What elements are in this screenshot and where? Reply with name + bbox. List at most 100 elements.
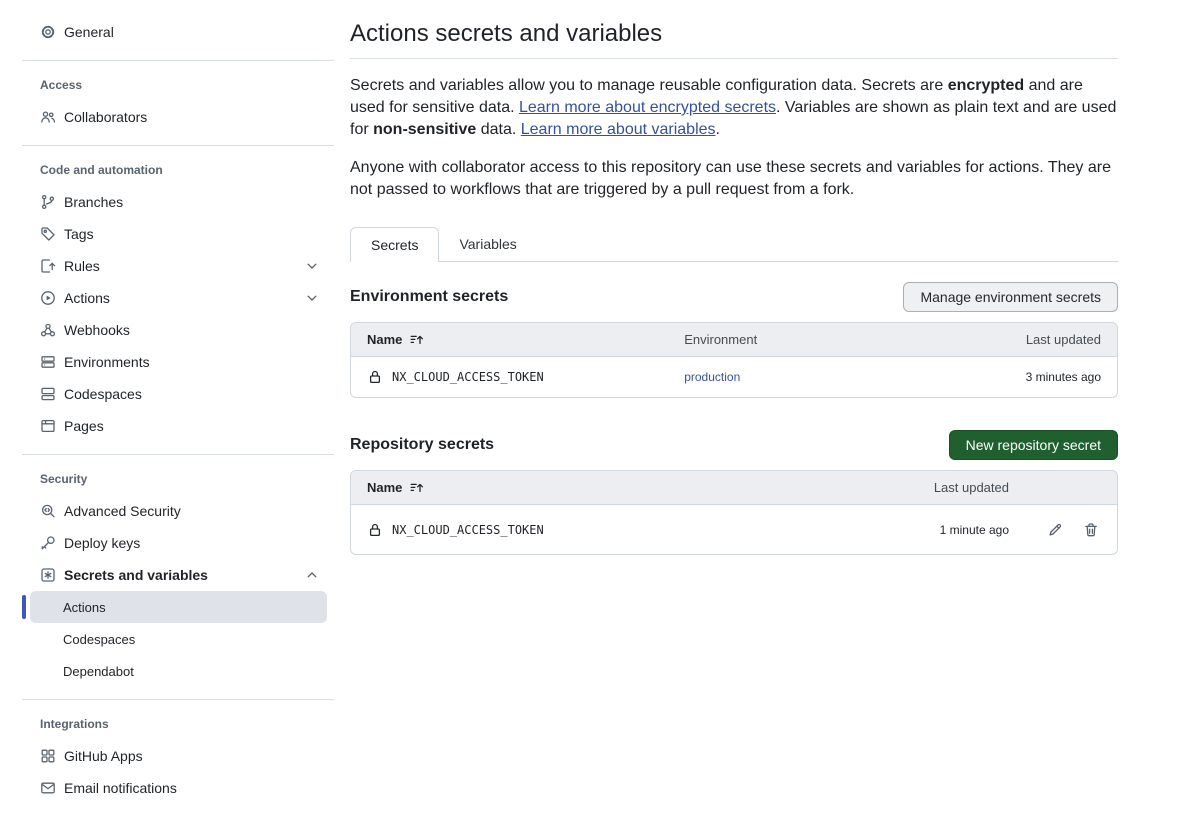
sidebar-subitem-label: Dependabot xyxy=(63,664,134,679)
column-header-name: Name xyxy=(351,480,849,496)
sidebar-subitem-label: Actions xyxy=(63,600,106,615)
sidebar-item-label: GitHub Apps xyxy=(64,748,143,764)
sidebar-item-label: Webhooks xyxy=(64,322,130,338)
sidebar-item-label: Actions xyxy=(64,290,110,306)
sort-ascending-icon xyxy=(409,480,425,496)
column-header-label: Name xyxy=(367,332,402,347)
new-repository-secret-button[interactable]: New repository secret xyxy=(949,430,1118,460)
column-header-last-updated: Last updated xyxy=(849,480,1009,495)
webhook-icon xyxy=(40,322,56,338)
intro-paragraph-2: Anyone with collaborator access to this … xyxy=(350,157,1118,201)
sidebar-item-tags[interactable]: Tags xyxy=(22,218,334,250)
tab-secrets[interactable]: Secrets xyxy=(350,227,439,262)
sidebar-section-integrations: Integrations xyxy=(22,712,334,736)
sidebar-item-label: Deploy keys xyxy=(64,535,140,551)
sidebar-item-email-notifications[interactable]: Email notifications xyxy=(22,772,334,804)
sidebar-item-general[interactable]: General xyxy=(22,16,334,48)
gear-icon xyxy=(40,24,56,40)
sidebar-section-access: Access xyxy=(22,73,334,97)
sidebar-item-label: Environments xyxy=(64,354,150,370)
sidebar-item-label: Tags xyxy=(64,226,94,242)
browser-icon xyxy=(40,418,56,434)
sidebar-item-label: Branches xyxy=(64,194,123,210)
sidebar-subitem-codespaces[interactable]: Codespaces xyxy=(30,623,327,655)
environment-secrets-heading: Environment secrets xyxy=(350,288,508,306)
sidebar-item-label: Secrets and variables xyxy=(64,567,208,583)
intro-paragraph-1: Secrets and variables allow you to manag… xyxy=(350,75,1118,141)
sort-ascending-icon xyxy=(409,332,425,348)
intro-text: data. xyxy=(476,121,520,138)
sidebar-subitem-dependabot[interactable]: Dependabot xyxy=(30,655,327,687)
server-icon xyxy=(40,354,56,370)
sidebar-item-label: Pages xyxy=(64,418,104,434)
sidebar-item-label: Email notifications xyxy=(64,780,177,796)
column-header-last-updated: Last updated xyxy=(947,332,1117,347)
codescan-icon xyxy=(40,503,56,519)
sidebar-item-secrets-and-variables[interactable]: Secrets and variables xyxy=(22,559,334,591)
sidebar-item-branches[interactable]: Branches xyxy=(22,186,334,218)
last-updated-cell: 3 minutes ago xyxy=(947,370,1117,384)
secrets-variables-tablist: Secrets Variables xyxy=(350,227,1118,262)
sidebar-item-environments[interactable]: Environments xyxy=(22,346,334,378)
people-icon xyxy=(40,109,56,125)
sidebar-item-github-apps[interactable]: GitHub Apps xyxy=(22,740,334,772)
sidebar-item-advanced-security[interactable]: Advanced Security xyxy=(22,495,334,527)
repository-secrets-heading: Repository secrets xyxy=(350,436,494,454)
pencil-icon xyxy=(1047,522,1063,538)
settings-sidebar: General Access Collaborators Code and au… xyxy=(0,0,334,837)
sidebar-item-label: General xyxy=(64,24,114,40)
sidebar-item-codespaces[interactable]: Codespaces xyxy=(22,378,334,410)
secret-name: NX_CLOUD_ACCESS_TOKEN xyxy=(392,370,544,384)
tab-variables[interactable]: Variables xyxy=(439,227,536,261)
mail-icon xyxy=(40,780,56,796)
sidebar-item-collaborators[interactable]: Collaborators xyxy=(22,101,334,133)
column-header-environment: Environment xyxy=(684,332,947,347)
sidebar-item-label: Collaborators xyxy=(64,109,147,125)
tag-icon xyxy=(40,226,56,242)
sidebar-divider xyxy=(22,699,334,700)
environment-link[interactable]: production xyxy=(684,370,740,384)
sidebar-section-security: Security xyxy=(22,467,334,491)
sidebar-item-pages[interactable]: Pages xyxy=(22,410,334,442)
sidebar-divider xyxy=(22,454,334,455)
learn-more-variables-link[interactable]: Learn more about variables xyxy=(521,121,716,138)
trash-icon xyxy=(1083,522,1099,538)
intro-text: Secrets and variables allow you to manag… xyxy=(350,77,948,94)
intro-bold-encrypted: encrypted xyxy=(948,77,1024,94)
last-updated-cell: 1 minute ago xyxy=(849,523,1009,537)
play-circle-icon xyxy=(40,290,56,306)
sidebar-divider xyxy=(22,145,334,146)
main-content: Actions secrets and variables Secrets an… xyxy=(350,0,1118,837)
sidebar-subitem-actions[interactable]: Actions xyxy=(30,591,327,623)
learn-more-encrypted-secrets-link[interactable]: Learn more about encrypted secrets xyxy=(519,99,776,116)
column-header-name: Name xyxy=(351,332,684,348)
repository-secret-row: NX_CLOUD_ACCESS_TOKEN 1 minute ago xyxy=(351,505,1117,554)
sidebar-item-label: Advanced Security xyxy=(64,503,181,519)
repository-secrets-table: Name Last updated NX_CLOUD_ACCESS_TOKEN … xyxy=(350,470,1118,555)
chevron-down-icon xyxy=(304,290,320,306)
manage-environment-secrets-button[interactable]: Manage environment secrets xyxy=(903,282,1118,312)
asterisk-box-icon xyxy=(40,567,56,583)
sidebar-item-deploy-keys[interactable]: Deploy keys xyxy=(22,527,334,559)
lock-icon xyxy=(367,522,383,538)
lock-icon xyxy=(367,369,383,385)
environment-secrets-header: Environment secrets Manage environment s… xyxy=(350,282,1118,312)
chevron-down-icon xyxy=(304,258,320,274)
row-actions-cell xyxy=(1009,522,1117,538)
environment-secrets-table-header: Name Environment Last updated xyxy=(351,323,1117,357)
sidebar-item-label: Rules xyxy=(64,258,100,274)
key-icon xyxy=(40,535,56,551)
sidebar-subitem-label: Codespaces xyxy=(63,632,135,647)
edit-secret-button[interactable] xyxy=(1047,522,1063,538)
rules-icon xyxy=(40,258,56,274)
sidebar-divider xyxy=(22,60,334,61)
page-title: Actions secrets and variables xyxy=(350,20,1118,59)
sidebar-item-label: Codespaces xyxy=(64,386,142,402)
sidebar-item-webhooks[interactable]: Webhooks xyxy=(22,314,334,346)
intro-text: . xyxy=(716,121,720,138)
chevron-up-icon xyxy=(304,567,320,583)
sidebar-item-rules[interactable]: Rules xyxy=(22,250,334,282)
delete-secret-button[interactable] xyxy=(1083,522,1099,538)
intro-bold-non-sensitive: non-sensitive xyxy=(373,121,476,138)
sidebar-item-actions[interactable]: Actions xyxy=(22,282,334,314)
